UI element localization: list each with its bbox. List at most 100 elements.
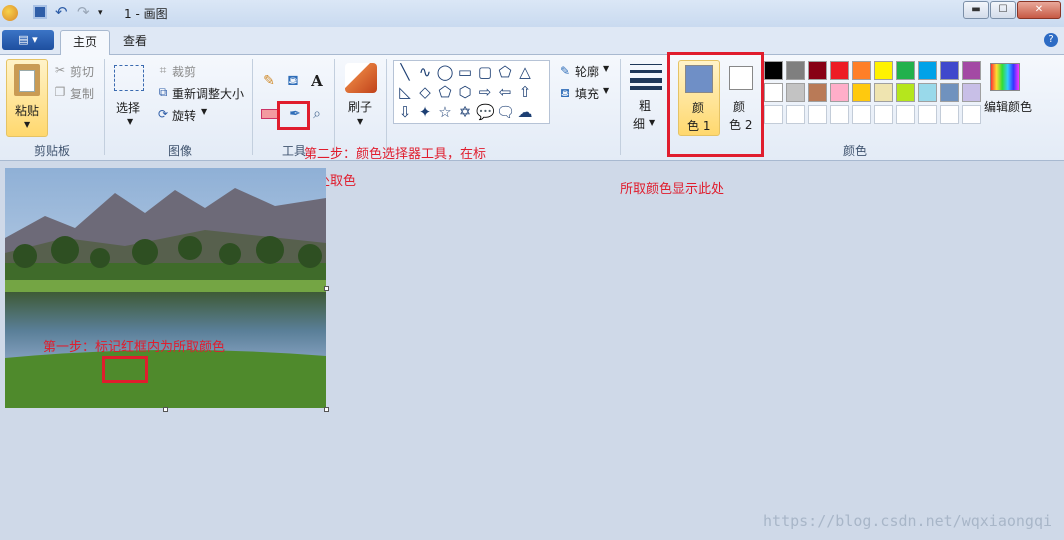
shape-option[interactable]: ⇨ [476, 83, 494, 101]
resize-icon: ⧉ [158, 85, 168, 99]
palette-swatch[interactable] [830, 61, 849, 80]
app-menu-button[interactable]: ▤ ▾ [2, 30, 54, 50]
customize-quick-access-icon[interactable]: ▾ [98, 5, 114, 21]
shape-option[interactable]: 💬 [476, 103, 495, 121]
resize-handle-corner[interactable] [324, 407, 329, 412]
close-button[interactable]: ✕ [1017, 1, 1061, 19]
size-label-1[interactable]: 粗 [639, 97, 651, 114]
shape-option[interactable]: ☁ [516, 103, 534, 121]
tab-home[interactable]: 主页 [60, 30, 111, 55]
palette-swatch[interactable] [786, 105, 805, 124]
size-label-2[interactable]: 细 [633, 115, 645, 132]
shape-option[interactable]: ▢ [476, 63, 494, 81]
palette-swatch[interactable] [918, 105, 937, 124]
shape-option[interactable]: ◺ [396, 83, 414, 101]
palette-swatch[interactable] [852, 83, 871, 102]
palette-swatch[interactable] [808, 61, 827, 80]
chevron-down-icon: ▼ [603, 64, 610, 73]
palette-swatch[interactable] [918, 83, 937, 102]
brush-button[interactable]: 刷子 [348, 98, 372, 115]
palette-swatch[interactable] [940, 105, 959, 124]
palette-swatch[interactable] [852, 61, 871, 80]
palette-swatch[interactable] [764, 61, 783, 80]
help-icon[interactable]: ? [1044, 33, 1058, 47]
palette-swatch[interactable] [874, 105, 893, 124]
resize-button[interactable]: 重新调整大小 [172, 85, 244, 102]
chevron-down-icon: ▼ [603, 86, 610, 95]
shape-option[interactable]: ◯ [436, 63, 454, 81]
clipboard-icon [14, 64, 40, 96]
minimize-button[interactable]: ▬ [963, 1, 989, 19]
palette-swatch[interactable] [940, 61, 959, 80]
select-icon [114, 65, 144, 91]
shape-option[interactable]: ⬡ [456, 83, 474, 101]
shape-option[interactable]: 🗨 [496, 103, 515, 121]
palette-swatch[interactable] [962, 83, 981, 102]
copy-button[interactable]: 复制 [70, 85, 94, 102]
palette-swatch[interactable] [830, 83, 849, 102]
shape-option[interactable]: ◇ [416, 83, 434, 101]
chevron-down-icon: ▼ [24, 120, 31, 129]
shape-option[interactable]: ☆ [436, 103, 454, 121]
resize-handle-bottom[interactable] [163, 407, 168, 412]
landscape-picture [5, 168, 326, 408]
shape-option[interactable]: ▭ [456, 63, 474, 81]
select-button[interactable]: 选择 [116, 99, 140, 116]
tab-view[interactable]: 查看 [111, 30, 159, 55]
fill-icon: ⛾ [560, 86, 570, 100]
rotate-button[interactable]: 旋转 [172, 107, 196, 124]
paint-app-icon[interactable] [2, 5, 18, 21]
shape-option[interactable]: ⇧ [516, 83, 534, 101]
palette-swatch[interactable] [764, 105, 783, 124]
palette-swatch[interactable] [896, 83, 915, 102]
shape-option[interactable]: ∿ [416, 63, 434, 81]
shape-option[interactable]: ✡ [456, 103, 474, 121]
redo-icon[interactable]: ↷ [77, 5, 93, 21]
colors-group-label: 颜色 [842, 144, 867, 158]
shape-option[interactable]: ⬠ [436, 83, 454, 101]
palette-swatch[interactable] [896, 105, 915, 124]
palette-swatch[interactable] [808, 105, 827, 124]
edit-colors-button[interactable]: 编辑颜色 [984, 98, 1032, 115]
pencil-icon[interactable]: ✎ [261, 73, 277, 89]
shape-option[interactable]: ⇩ [396, 103, 414, 121]
palette-swatch[interactable] [962, 105, 981, 124]
shape-option[interactable]: △ [516, 63, 534, 81]
palette-swatch[interactable] [896, 61, 915, 80]
outline-button[interactable]: 轮廓 [575, 63, 599, 80]
crop-button[interactable]: 裁剪 [172, 63, 196, 80]
fill-button[interactable]: 填充 [575, 85, 599, 102]
palette-swatch[interactable] [830, 105, 849, 124]
palette-swatch[interactable] [962, 61, 981, 80]
edit-colors-icon [990, 63, 1020, 91]
outline-icon: ✎ [559, 64, 571, 78]
palette-swatch[interactable] [940, 83, 959, 102]
shape-option[interactable]: ⬠ [496, 63, 514, 81]
rotate-icon: ⟳ [157, 107, 169, 121]
save-icon[interactable] [33, 5, 47, 19]
text-icon[interactable]: A [309, 73, 325, 89]
maximize-button[interactable]: ☐ [990, 1, 1016, 19]
annotation-step2-line1: 第二步：颜色选择器工具，在标 [304, 147, 487, 162]
shape-option[interactable]: ✦ [416, 103, 434, 121]
undo-icon[interactable]: ↶ [55, 5, 71, 21]
palette-swatch[interactable] [786, 61, 805, 80]
title-bar: ↶ ↷ ▾ 1 - 画图 ▬ ☐ ✕ [0, 0, 1064, 27]
fill-icon[interactable]: ⛾ [285, 73, 301, 89]
palette-swatch[interactable] [918, 61, 937, 80]
palette-swatch[interactable] [852, 105, 871, 124]
shape-option[interactable]: ⇦ [496, 83, 514, 101]
color-result-highlight-box [667, 52, 764, 157]
palette-swatch[interactable] [786, 83, 805, 102]
resize-handle-right[interactable] [324, 286, 329, 291]
palette-swatch[interactable] [808, 83, 827, 102]
cut-button[interactable]: 剪切 [70, 63, 94, 80]
palette-swatch[interactable] [874, 61, 893, 80]
paste-button[interactable]: 粘贴 ▼ [6, 59, 48, 137]
crop-icon: ⌗ [159, 63, 167, 77]
magnifier-icon[interactable]: ⌕ [309, 106, 325, 122]
canvas-image[interactable]: 第一步：标记红框内为所取颜色 [5, 168, 326, 408]
shape-option[interactable]: ╲ [396, 63, 414, 81]
palette-swatch[interactable] [764, 83, 783, 102]
palette-swatch[interactable] [874, 83, 893, 102]
